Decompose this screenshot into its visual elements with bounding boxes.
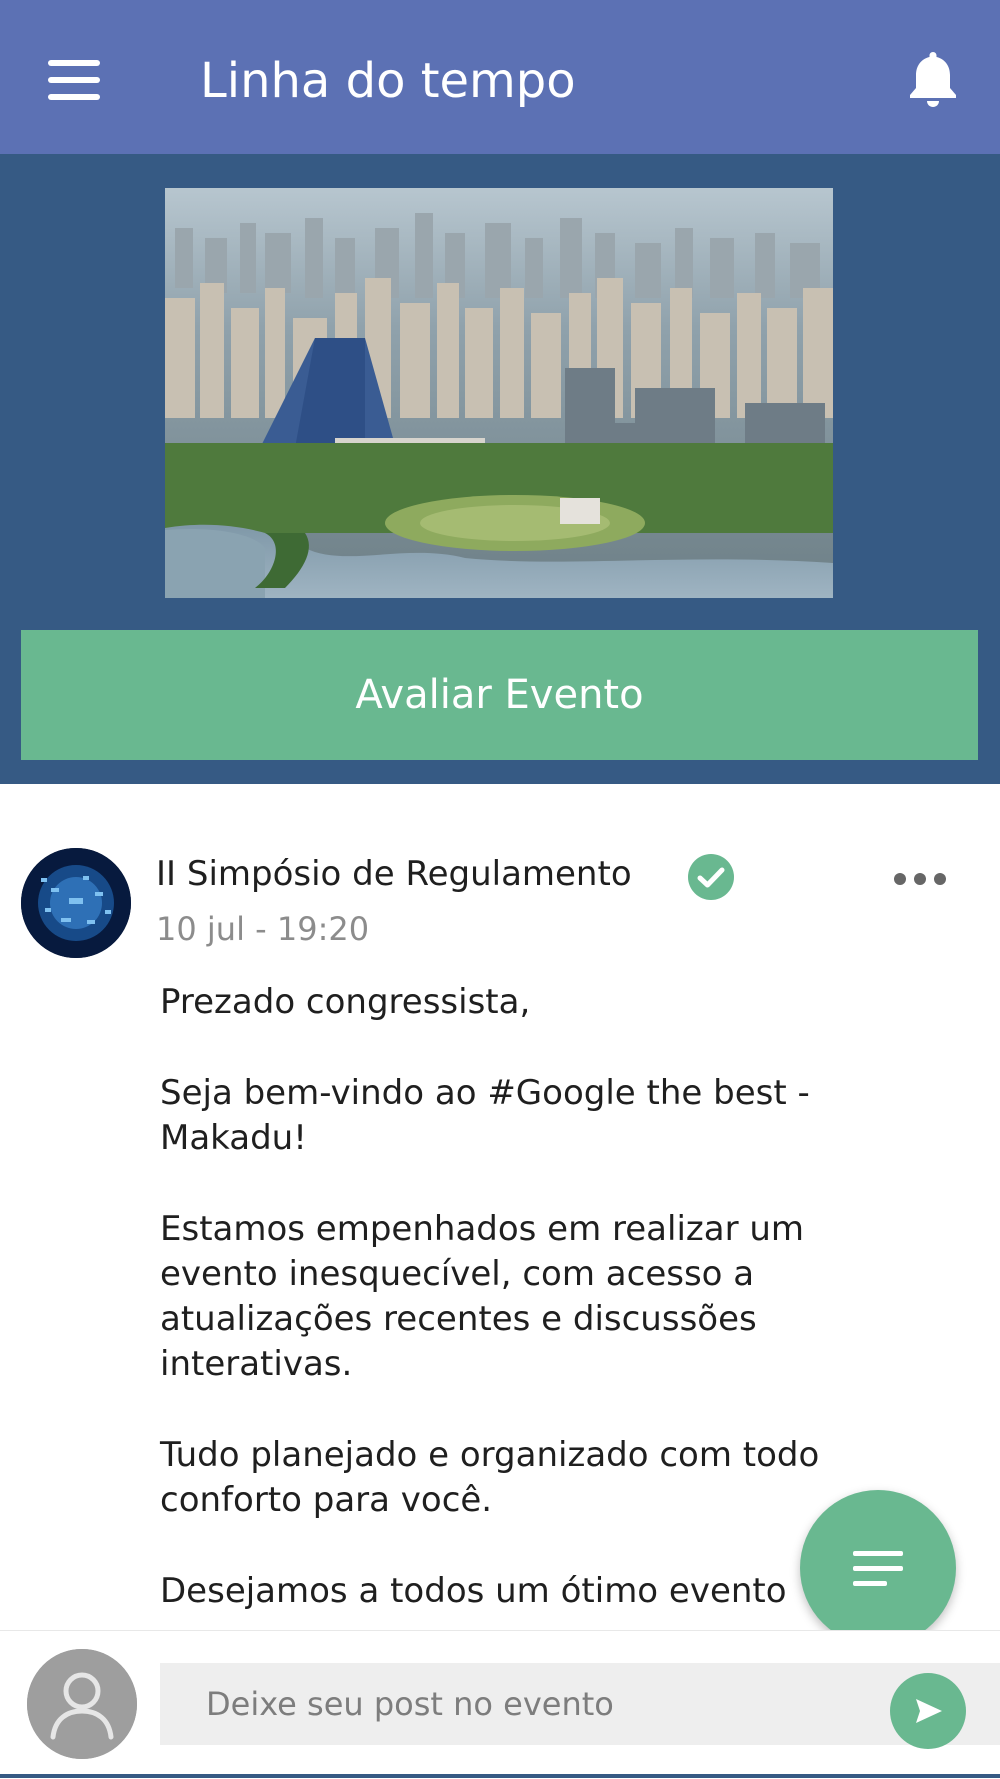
rate-event-button[interactable]: Avaliar Evento	[21, 630, 978, 760]
post-body: Prezado congressista, Seja bem-vindo ao …	[160, 980, 920, 1629]
user-silhouette-icon	[27, 1649, 137, 1759]
author-avatar[interactable]	[21, 848, 131, 958]
post-paragraph: Prezado congressista,	[160, 982, 531, 1022]
bell-icon[interactable]	[898, 44, 968, 114]
event-banner: Avaliar Evento	[0, 154, 1000, 784]
post-composer	[0, 1630, 1000, 1779]
post-paragraph: Tudo planejado e organizado com todo con…	[160, 1435, 820, 1520]
post-input[interactable]	[160, 1663, 1000, 1745]
bottom-edge	[0, 1774, 1000, 1778]
send-arrow-icon[interactable]	[890, 1673, 966, 1749]
event-banner-image	[165, 188, 833, 598]
post-timestamp: 10 jul - 19:20	[156, 910, 370, 948]
more-dots-icon[interactable]	[890, 864, 960, 894]
page-title: Linha do tempo	[200, 53, 576, 109]
app-bar: Linha do tempo	[0, 0, 1000, 154]
post-paragraph: Estamos empenhados em realizar um evento…	[160, 1209, 805, 1384]
hamburger-menu-icon[interactable]	[36, 50, 116, 110]
menu-lines-icon[interactable]	[800, 1490, 956, 1646]
post-author-name[interactable]: II Simpósio de Regulamento	[156, 854, 632, 894]
post-paragraph: Seja bem-vindo ao #Google the best - Mak…	[160, 1073, 810, 1158]
verified-check-icon	[686, 852, 736, 902]
